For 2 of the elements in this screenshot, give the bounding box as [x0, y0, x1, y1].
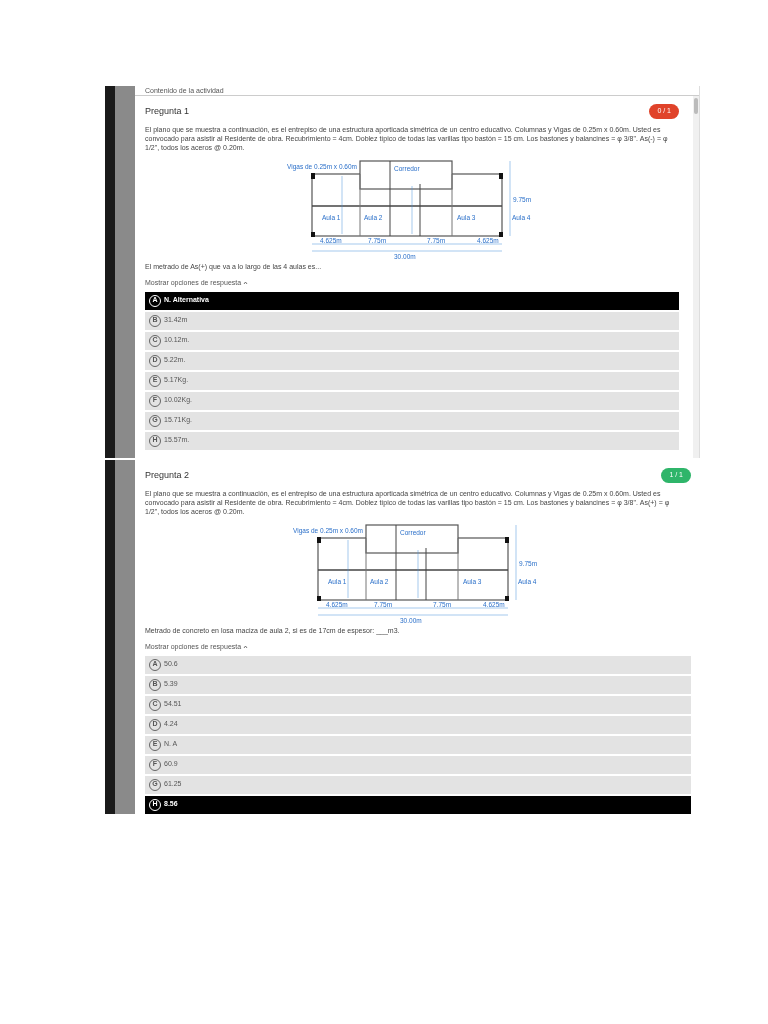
- question-title: Pregunta 1: [145, 104, 190, 118]
- question-title: Pregunta 2: [145, 468, 190, 482]
